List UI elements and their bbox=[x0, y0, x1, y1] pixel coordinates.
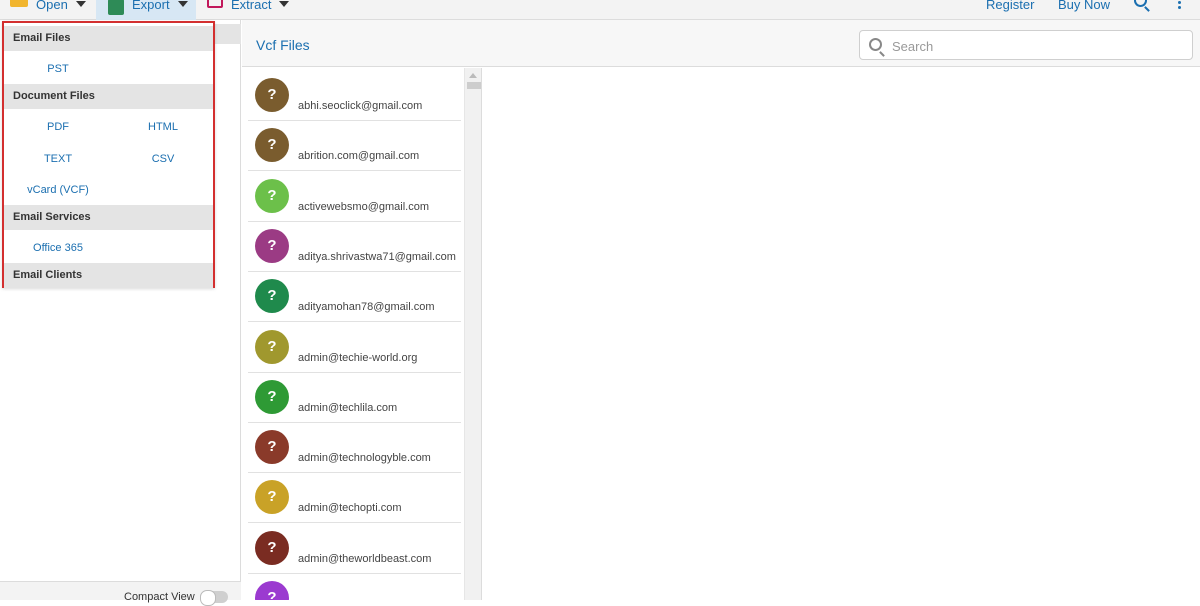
contact-list-item[interactable]: ? activewebsmo@gmail.com bbox=[248, 172, 461, 222]
search-box[interactable] bbox=[859, 30, 1193, 60]
contact-email: admin@techie-world.org bbox=[298, 351, 418, 364]
compact-view-toggle[interactable] bbox=[200, 590, 228, 606]
contact-list-item[interactable]: ? admin@techlila.com bbox=[248, 373, 461, 423]
search-icon bbox=[869, 38, 882, 51]
scroll-up-arrow-icon[interactable] bbox=[469, 73, 477, 78]
contact-email: admin@techopti.com bbox=[298, 502, 402, 515]
contact-list-item[interactable]: ? admin@technologyble.com bbox=[248, 423, 461, 474]
chevron-down-icon bbox=[75, 1, 86, 7]
contact-email: activewebsmo@gmail.com bbox=[298, 200, 429, 213]
contact-email: admin@technologyble.com bbox=[298, 452, 431, 465]
contact-avatar: ? bbox=[255, 581, 289, 600]
detail-pane bbox=[483, 68, 1200, 600]
contact-avatar: ? bbox=[255, 530, 289, 565]
export-dropdown-menu: Email Files PST Document Files PDF HTML … bbox=[2, 21, 215, 288]
menu-section-email-files: Email Files bbox=[4, 26, 213, 51]
search-input[interactable] bbox=[892, 37, 1182, 55]
list-scrollbar[interactable] bbox=[464, 68, 481, 600]
menu-item-pdf[interactable]: PDF bbox=[13, 121, 103, 133]
contact-avatar: ? bbox=[255, 78, 289, 112]
contact-email: abrition.com@gmail.com bbox=[298, 150, 420, 163]
contact-avatar: ? bbox=[255, 128, 289, 163]
left-panel-footer: Compact View bbox=[0, 581, 241, 606]
search-icon[interactable] bbox=[1134, 0, 1147, 7]
extract-icon bbox=[207, 0, 223, 8]
contact-list-item[interactable]: ? admin@theworldbeast.com bbox=[248, 524, 461, 574]
menu-item-pst[interactable]: PST bbox=[13, 63, 103, 75]
open-button[interactable]: Open bbox=[10, 0, 86, 14]
menu-item-office-365[interactable]: Office 365 bbox=[13, 242, 103, 254]
contact-list-item[interactable]: ? admin@techie-world.org bbox=[248, 323, 461, 373]
contact-avatar: ? bbox=[255, 430, 289, 465]
contact-list-item[interactable]: ? adityamohan78@gmail.com bbox=[248, 272, 461, 323]
contact-email: aditya.shrivastwa71@gmail.com bbox=[298, 250, 456, 263]
register-link[interactable]: Register bbox=[986, 0, 1034, 20]
top-toolbar: Open Export Extract Register Buy Now bbox=[0, 0, 1200, 20]
more-options-icon[interactable] bbox=[1178, 0, 1182, 10]
list-header: Vcf Files bbox=[242, 20, 1200, 67]
menu-section-email-clients[interactable]: Email Clients bbox=[4, 263, 213, 288]
contact-list-item[interactable]: ? bbox=[248, 574, 461, 600]
menu-section-email-services: Email Services bbox=[4, 205, 213, 230]
export-icon bbox=[108, 0, 124, 15]
contact-avatar: ? bbox=[255, 228, 289, 263]
chevron-down-icon bbox=[279, 1, 290, 7]
buy-now-link[interactable]: Buy Now bbox=[1058, 0, 1110, 20]
contact-avatar: ? bbox=[255, 279, 289, 314]
extract-button[interactable]: Extract bbox=[207, 0, 290, 14]
contact-list: ? abhi.seoclick@gmail.com? abrition.com@gm… bbox=[242, 68, 482, 600]
compact-view-label: Compact View bbox=[124, 591, 195, 603]
export-label: Export bbox=[132, 0, 170, 12]
contact-email: admin@techlila.com bbox=[298, 401, 398, 414]
contact-avatar: ? bbox=[255, 178, 289, 213]
left-panel-header-strip bbox=[215, 24, 241, 44]
menu-item-csv[interactable]: CSV bbox=[118, 153, 208, 165]
open-label: Open bbox=[36, 0, 68, 12]
menu-item-vcard[interactable]: vCard (VCF) bbox=[13, 184, 103, 196]
contact-email: abhi.seoclick@gmail.com bbox=[298, 100, 423, 112]
contact-avatar: ? bbox=[255, 480, 289, 515]
scroll-thumb[interactable] bbox=[467, 82, 481, 89]
contact-list-item[interactable]: ? aditya.shrivastwa71@gmail.com bbox=[248, 222, 461, 272]
extract-label: Extract bbox=[231, 0, 272, 12]
contact-list-item[interactable]: ? abhi.seoclick@gmail.com bbox=[248, 71, 461, 121]
menu-item-text[interactable]: TEXT bbox=[13, 153, 103, 165]
menu-item-html[interactable]: HTML bbox=[118, 121, 208, 133]
folder-icon bbox=[10, 0, 28, 7]
menu-section-document-files: Document Files bbox=[4, 84, 213, 109]
contact-email: adityamohan78@gmail.com bbox=[298, 301, 435, 314]
contact-avatar: ? bbox=[255, 329, 289, 364]
contact-list-item[interactable]: ? abrition.com@gmail.com bbox=[248, 121, 461, 172]
contact-list-item[interactable]: ? admin@techopti.com bbox=[248, 473, 461, 524]
list-title: Vcf Files bbox=[256, 37, 310, 53]
export-button[interactable]: Export bbox=[96, 0, 196, 20]
contact-email: admin@theworldbeast.com bbox=[298, 552, 432, 565]
contact-avatar: ? bbox=[255, 379, 289, 414]
chevron-down-icon bbox=[177, 1, 188, 7]
